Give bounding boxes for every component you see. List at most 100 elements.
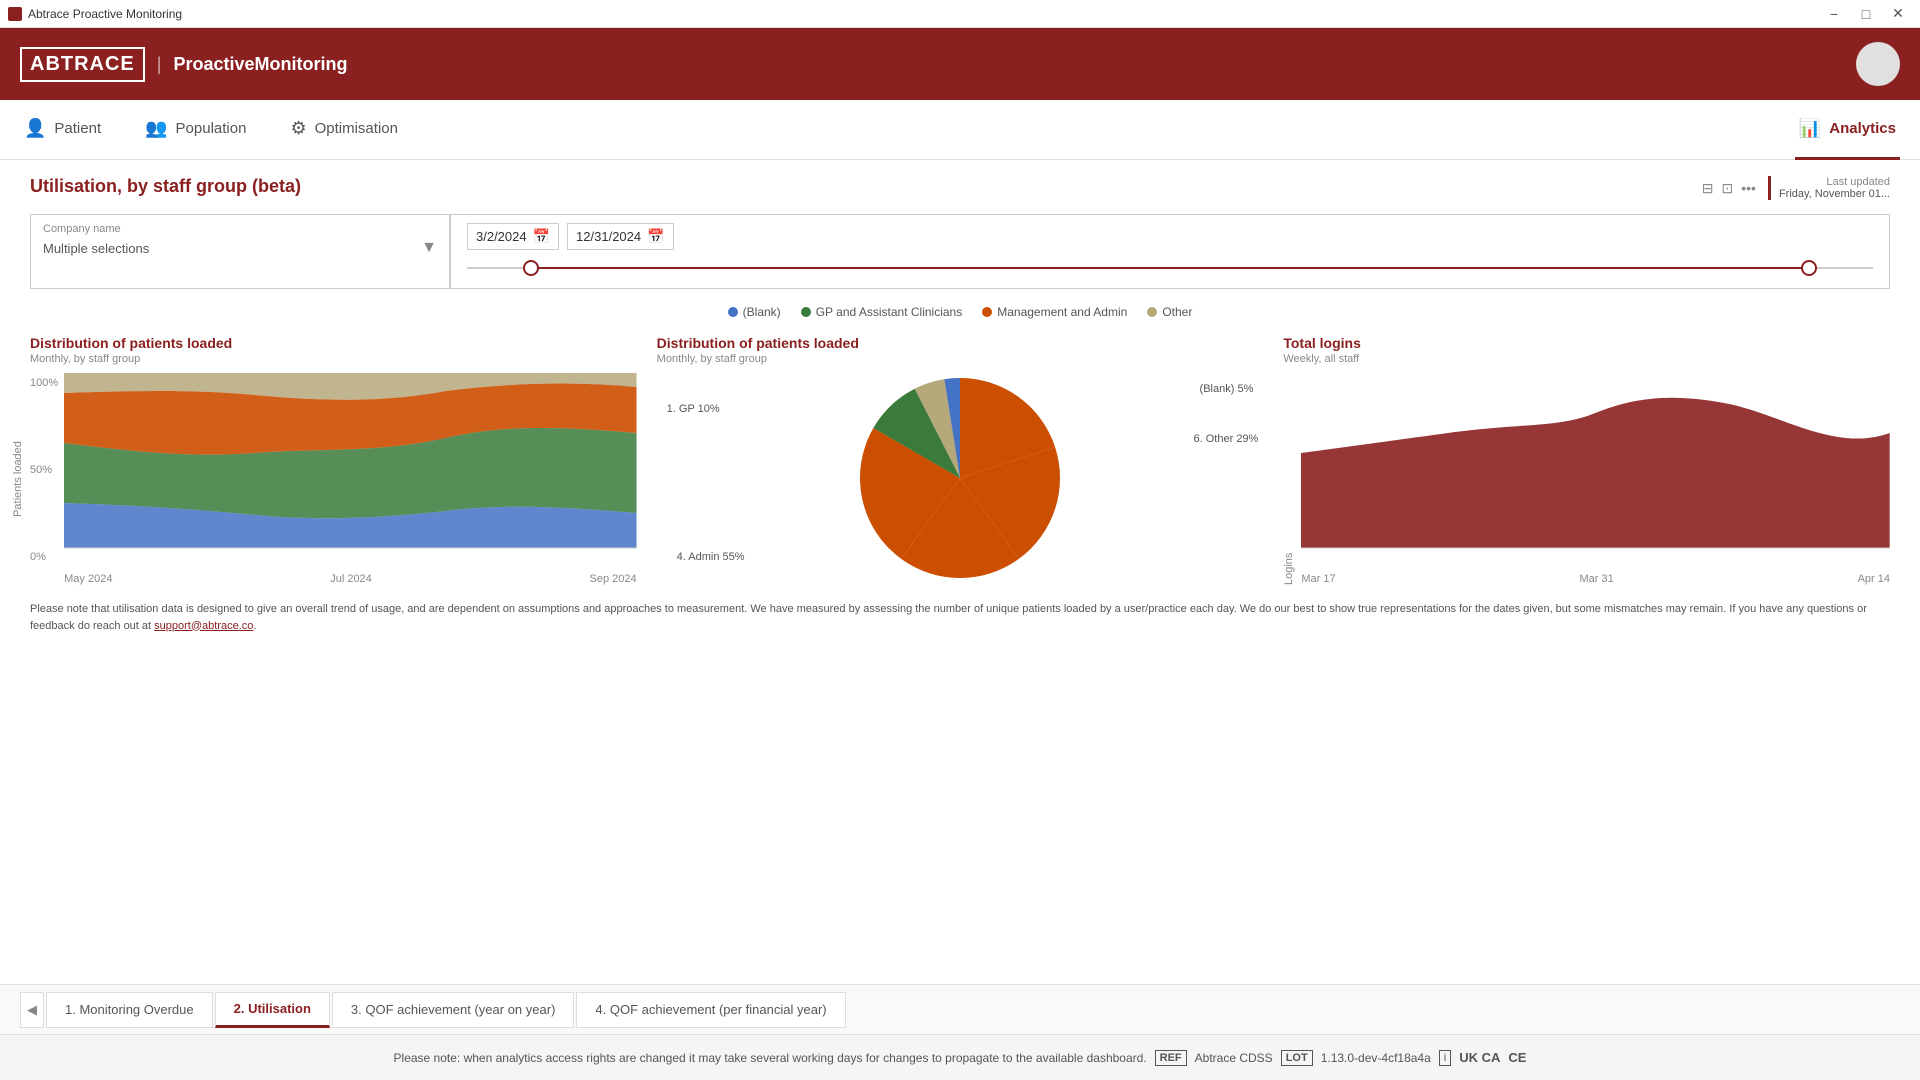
footer-lot-badge: LOT — [1281, 1050, 1313, 1066]
date-inputs: 3/2/2024 📅 12/31/2024 📅 — [467, 223, 1873, 250]
nav-item-optimisation-label: Optimisation — [315, 120, 398, 137]
tab-monitoring-overdue[interactable]: 1. Monitoring Overdue — [46, 992, 213, 1028]
bar-chart-subtitle: Weekly, all staff — [1283, 353, 1890, 365]
last-updated-value: Friday, November 01... — [1779, 188, 1890, 200]
disclaimer-text: Please note that utilisation data is des… — [30, 601, 1890, 634]
footer-info-badge: i — [1439, 1050, 1451, 1066]
pie-label-gp: 1. GP 10% — [667, 403, 720, 415]
x-label-may: May 2024 — [64, 573, 112, 585]
footer-ref-value: Abtrace CDSS — [1195, 1051, 1273, 1065]
legend-label-blank: (Blank) — [743, 305, 781, 319]
nav-left: 👤 Patient 👥 Population ⚙ Optimisation — [20, 100, 402, 160]
x-label-jul: Jul 2024 — [330, 573, 372, 585]
legend-item-blank: (Blank) — [728, 305, 781, 319]
x-label-apr14: Apr 14 — [1858, 573, 1890, 585]
legend-dot-other — [1147, 307, 1157, 317]
minimize-button[interactable]: − — [1820, 2, 1848, 26]
last-updated: Last updated Friday, November 01... — [1768, 176, 1890, 200]
start-date-calendar-icon: 📅 — [533, 228, 550, 245]
x-label-sep: Sep 2024 — [590, 573, 637, 585]
nav-item-optimisation[interactable]: ⚙ Optimisation — [286, 100, 402, 160]
nav-bar: 👤 Patient 👥 Population ⚙ Optimisation 📊 … — [0, 100, 1920, 160]
bar-chart-title: Total logins — [1283, 335, 1890, 351]
logo-subtitle-rest: Monitoring — [255, 54, 348, 74]
area-chart-x-labels: May 2024 Jul 2024 Sep 2024 — [64, 573, 637, 585]
area-chart-svg-container: May 2024 Jul 2024 Sep 2024 — [64, 373, 637, 585]
nav-item-patient-label: Patient — [54, 120, 101, 137]
filter-row: Company name Multiple selections ▼ 3/2/2… — [30, 214, 1890, 289]
charts-row: Distribution of patients loaded Monthly,… — [30, 335, 1890, 585]
footer-ref-badge: REF — [1155, 1050, 1187, 1066]
more-icon[interactable]: ••• — [1741, 180, 1756, 197]
slider-thumb-right[interactable] — [1801, 260, 1817, 276]
pie-chart-title: Distribution of patients loaded — [657, 335, 1264, 351]
area-chart-y-labels: 100% 50% 0% — [30, 373, 58, 563]
pie-chart-container: (Blank) 5% 1. GP 10% 4. Admin 55% 6. Oth… — [657, 373, 1264, 583]
logo-subtitle: ProactiveMonitoring — [173, 54, 347, 75]
analytics-icon: 📊 — [1799, 118, 1821, 139]
x-label-mar31: Mar 31 — [1579, 573, 1613, 585]
y-label-100: 100% — [30, 377, 58, 389]
app-icon — [8, 7, 22, 21]
end-date-calendar-icon: 📅 — [647, 228, 664, 245]
x-label-mar17: Mar 17 — [1301, 573, 1335, 585]
legend-label-gp: GP and Assistant Clinicians — [816, 305, 963, 319]
end-date-value: 12/31/2024 — [576, 229, 641, 244]
company-filter-label: Company name — [43, 223, 437, 235]
y-label-0: 0% — [30, 551, 58, 563]
legend-item-gp: GP and Assistant Clinicians — [801, 305, 963, 319]
nav-item-patient[interactable]: 👤 Patient — [20, 100, 105, 160]
legend-label-admin: Management and Admin — [997, 305, 1127, 319]
slider-fill — [537, 267, 1802, 269]
logo-subtitle-bold: Proactive — [173, 54, 254, 74]
pie-label-blank: (Blank) 5% — [1200, 383, 1254, 395]
last-updated-label: Last updated — [1779, 176, 1890, 188]
slider-track — [467, 267, 1873, 269]
end-date-input[interactable]: 12/31/2024 📅 — [567, 223, 674, 250]
start-date-input[interactable]: 3/2/2024 📅 — [467, 223, 559, 250]
pie-label-other: 6. Other 29% — [1194, 433, 1259, 445]
date-range-filter: 3/2/2024 📅 12/31/2024 📅 — [450, 214, 1890, 289]
logo-box: ABTRACE — [20, 47, 145, 82]
area-chart-title: Distribution of patients loaded — [30, 335, 637, 351]
support-link[interactable]: support@abtrace.co — [154, 620, 253, 632]
page-title: Utilisation, by staff group (beta) — [30, 176, 301, 197]
bar-chart-panel: Total logins Weekly, all staff Logins Ma… — [1283, 335, 1890, 585]
filter-icon[interactable]: ⊟ — [1702, 180, 1714, 197]
legend-dot-blank — [728, 307, 738, 317]
nav-item-population[interactable]: 👥 Population — [141, 100, 250, 160]
page-title-row: Utilisation, by staff group (beta) ⊟ ⊡ •… — [30, 176, 1890, 200]
footer: Please note: when analytics access right… — [0, 1034, 1920, 1080]
tab-nav-prev[interactable]: ◀ — [20, 992, 44, 1028]
pie-chart-svg — [860, 378, 1060, 578]
population-icon: 👥 — [145, 118, 167, 139]
main-content: Utilisation, by staff group (beta) ⊟ ⊡ •… — [0, 160, 1920, 984]
pie-chart-panel: Distribution of patients loaded Monthly,… — [657, 335, 1264, 585]
legend-item-admin: Management and Admin — [982, 305, 1127, 319]
tab-qof-financial-year[interactable]: 4. QOF achievement (per financial year) — [576, 992, 845, 1028]
maximize-button[interactable]: □ — [1852, 2, 1880, 26]
tab-utilisation[interactable]: 2. Utilisation — [215, 992, 330, 1028]
footer-ce: CE — [1508, 1050, 1526, 1065]
analytics-label: Analytics — [1829, 120, 1896, 137]
bar-chart-svg — [1301, 373, 1890, 568]
user-avatar[interactable] — [1856, 42, 1900, 86]
date-slider[interactable] — [467, 256, 1873, 280]
start-date-value: 3/2/2024 — [476, 229, 527, 244]
window-controls[interactable]: − □ ✕ — [1820, 2, 1912, 26]
title-bar-left: Abtrace Proactive Monitoring — [8, 7, 182, 21]
legend-item-other: Other — [1147, 305, 1192, 319]
legend-label-other: Other — [1162, 305, 1192, 319]
tab-qof-year-on-year[interactable]: 3. QOF achievement (year on year) — [332, 992, 574, 1028]
nav-item-population-label: Population — [176, 120, 247, 137]
legend-dot-admin — [982, 307, 992, 317]
dropdown-arrow-icon: ▼ — [421, 239, 437, 257]
company-filter-select[interactable]: Multiple selections ▼ — [43, 239, 437, 257]
app-header: ABTRACE | ProactiveMonitoring — [0, 28, 1920, 100]
pie-label-admin: 4. Admin 55% — [677, 551, 745, 563]
nav-item-analytics[interactable]: 📊 Analytics — [1795, 100, 1900, 160]
expand-icon[interactable]: ⊡ — [1721, 180, 1733, 197]
slider-thumb-left[interactable] — [523, 260, 539, 276]
area-chart-panel: Distribution of patients loaded Monthly,… — [30, 335, 637, 585]
close-button[interactable]: ✕ — [1884, 2, 1912, 26]
